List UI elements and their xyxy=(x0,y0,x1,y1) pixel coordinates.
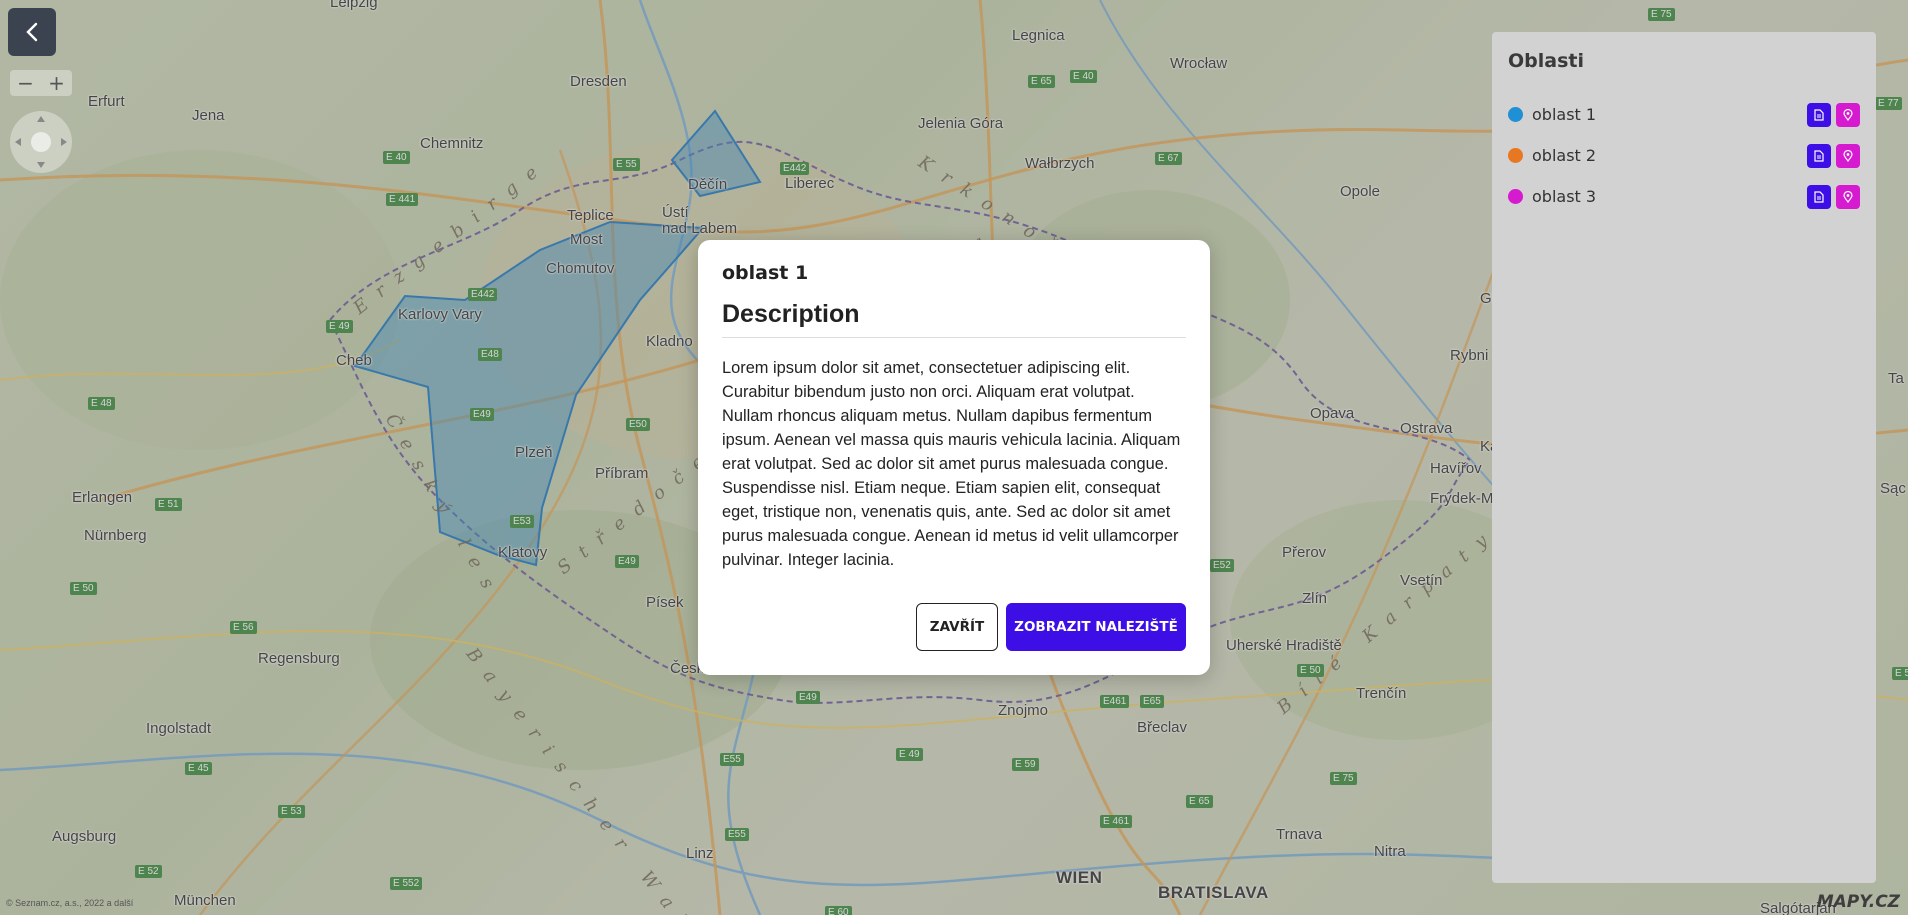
area-label: oblast 2 xyxy=(1532,146,1597,165)
area-list: oblast 1 oblast 2 oblast 3 xyxy=(1508,94,1860,217)
area-list-item[interactable]: oblast 3 xyxy=(1508,176,1860,217)
modal-description: Lorem ipsum dolor sit amet, consectetuer… xyxy=(722,359,1181,569)
zoom-control: − + xyxy=(10,70,72,96)
area-label: oblast 1 xyxy=(1532,105,1597,124)
area-color-dot xyxy=(1508,148,1523,163)
sidebar-title: Oblasti xyxy=(1508,50,1584,72)
compass-control[interactable] xyxy=(10,111,72,173)
document-icon xyxy=(1814,190,1824,203)
area-locate-button[interactable] xyxy=(1836,184,1860,209)
area-locate-button[interactable] xyxy=(1836,102,1860,127)
zoom-out-button[interactable]: − xyxy=(10,70,41,96)
back-button[interactable] xyxy=(8,8,56,56)
zoom-in-button[interactable]: + xyxy=(41,70,72,96)
pin-icon xyxy=(1843,108,1853,121)
area-detail-button[interactable] xyxy=(1807,102,1831,127)
area-detail-button[interactable] xyxy=(1807,184,1831,209)
area-color-dot xyxy=(1508,189,1523,204)
areas-sidebar: Oblasti oblast 1 oblast 2 oblast 3 xyxy=(1492,32,1876,883)
modal-actions: ZAVŘÍT ZOBRAZIT NALEZIŠTĚ xyxy=(916,603,1186,651)
area-detail-modal: oblast 1 Description Lorem ipsum dolor s… xyxy=(698,240,1210,675)
area-list-item[interactable]: oblast 2 xyxy=(1508,135,1860,176)
pin-icon xyxy=(1843,149,1853,162)
chevron-left-icon xyxy=(26,22,38,42)
document-icon xyxy=(1814,149,1824,162)
area-color-dot xyxy=(1508,107,1523,122)
area-detail-button[interactable] xyxy=(1807,143,1831,168)
area-list-item[interactable]: oblast 1 xyxy=(1508,94,1860,135)
show-sites-button[interactable]: ZOBRAZIT NALEZIŠTĚ xyxy=(1006,603,1186,651)
close-button[interactable]: ZAVŘÍT xyxy=(916,603,998,651)
pin-icon xyxy=(1843,190,1853,203)
area-locate-button[interactable] xyxy=(1836,143,1860,168)
area-label: oblast 3 xyxy=(1532,187,1597,206)
modal-heading: Description xyxy=(722,300,1186,338)
modal-title: oblast 1 xyxy=(722,262,809,284)
document-icon xyxy=(1814,108,1824,121)
compass-icon xyxy=(15,116,67,168)
